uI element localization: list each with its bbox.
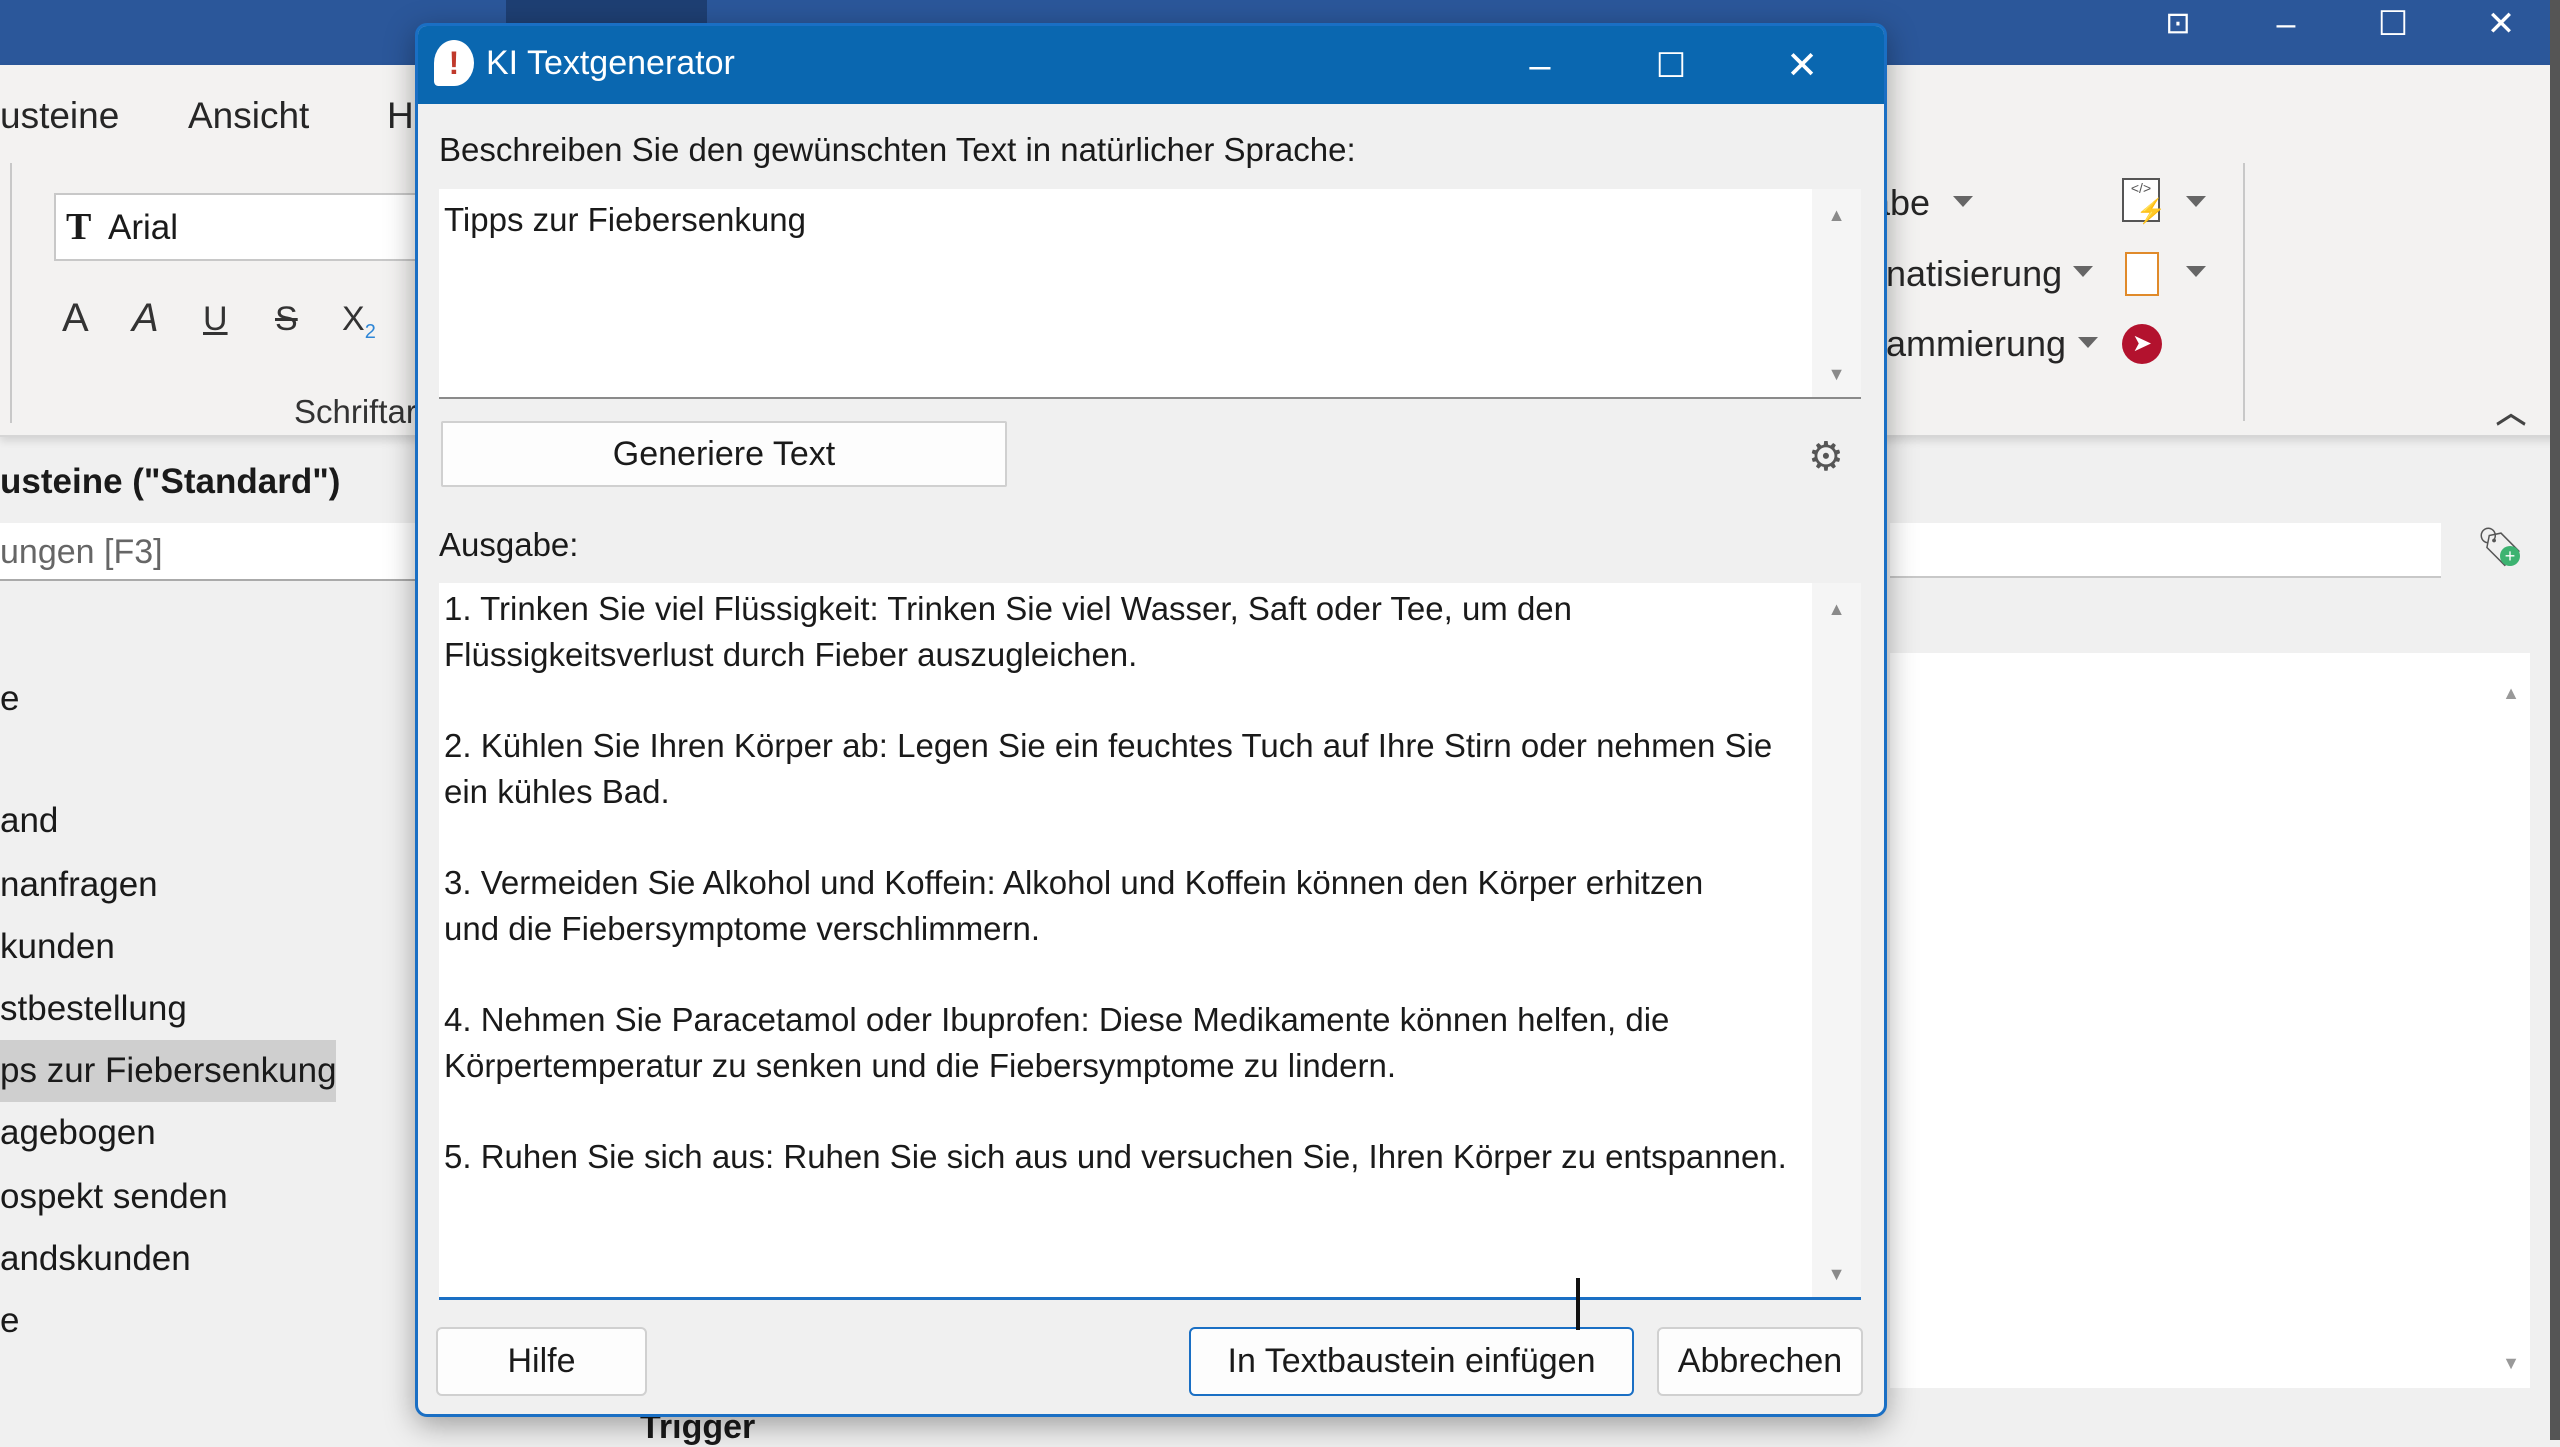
cancel-button[interactable]: Abbrechen — [1657, 1327, 1863, 1396]
pane-title: usteine ("Standard") — [0, 462, 341, 501]
output-text: 1. Trinken Sie viel Flüssigkeit: Trinken… — [444, 586, 1787, 1180]
font-value: Arial — [108, 208, 179, 247]
output-line: und die Fiebersymptome verschlimmern. — [444, 909, 1041, 947]
ki-textgenerator-dialog: ! KI Textgenerator – ☐ ✕ Beschreiben Sie… — [415, 23, 1887, 1417]
prompt-label: Beschreiben Sie den gewünschten Text in … — [439, 131, 1356, 168]
app-logo-icon: ! — [434, 40, 474, 86]
output-line: 2. Kühlen Sie Ihren Körper ab: Legen Sie… — [444, 727, 1773, 765]
prompt-scrollbar[interactable]: ▲ ▼ — [1812, 189, 1861, 397]
collapse-ribbon-icon[interactable]: ︿ — [2496, 388, 2526, 432]
list-item[interactable]: and — [0, 790, 58, 852]
list-item[interactable]: agebogen — [0, 1102, 156, 1164]
code-document-icon[interactable]: </> ⚡ — [2122, 178, 2166, 225]
help-button[interactable]: Hilfe — [436, 1327, 647, 1396]
tab-ansicht[interactable]: Ansicht — [188, 95, 309, 137]
text-cursor-icon — [1576, 1278, 1580, 1330]
textbaustein-pane: usteine ("Standard") ungen [F3] e and na… — [0, 440, 420, 1440]
list-item[interactable]: nanfragen — [0, 854, 158, 916]
dialog-titlebar: ! KI Textgenerator – ☐ ✕ — [418, 26, 1884, 104]
output-line: 5. Ruhen Sie sich aus: Ruhen Sie sich au… — [444, 1138, 1787, 1176]
ribbon-separator — [2243, 163, 2245, 421]
subscript-glyph: X — [342, 300, 365, 338]
bold-button[interactable]: A — [62, 296, 89, 341]
output-label: Ausgabe: — [439, 526, 579, 563]
font-icon: T — [66, 206, 92, 248]
list-item[interactable]: stbestellung — [0, 978, 187, 1040]
tab-textbausteine[interactable]: usteine — [0, 95, 119, 137]
scroll-up-icon[interactable]: ▲ — [2502, 683, 2520, 704]
cursor-icon[interactable]: ➤ — [2122, 324, 2162, 364]
clipboard-icon[interactable] — [2125, 252, 2159, 296]
list-item[interactable]: andskunden — [0, 1228, 191, 1290]
ribbon-display-icon[interactable]: ⊡ — [2148, 4, 2208, 44]
list-item-selected[interactable]: ps zur Fiebersenkung — [0, 1040, 337, 1102]
search-input[interactable]: ungen [F3] — [0, 523, 420, 581]
maximize-icon[interactable]: ☐ — [1636, 38, 1706, 94]
prompt-textarea[interactable]: Tipps zur Fiebersenkung ▲ ▼ — [439, 189, 1861, 399]
scroll-down-icon[interactable]: ▼ — [2502, 1353, 2520, 1374]
output-scrollbar[interactable]: ▲ ▼ — [1812, 583, 1861, 1297]
subscript-button[interactable]: X2 — [342, 300, 376, 344]
tag-input[interactable] — [1890, 523, 2441, 578]
list-item[interactable]: e — [0, 1290, 19, 1352]
ribbon-separator — [10, 163, 12, 423]
settings-gear-icon[interactable]: ⚙ — [1808, 434, 1844, 480]
output-line: Körpertemperatur zu senken und die Fiebe… — [444, 1046, 1396, 1084]
tab-h[interactable]: H — [387, 95, 414, 137]
font-group-label: Schriftar — [294, 393, 417, 430]
ribbon-item-formatisierung[interactable]: natisierung — [1886, 253, 2062, 295]
output-line: Flüssigkeitsverlust durch Fieber auszugl… — [444, 635, 1138, 673]
italic-button[interactable]: A — [132, 296, 159, 341]
list-item[interactable]: kunden — [0, 916, 115, 978]
add-tag-icon[interactable]: 🏷 + — [2476, 526, 2524, 570]
maximize-icon[interactable]: ☐ — [2363, 4, 2423, 44]
output-textarea[interactable]: 1. Trinken Sie viel Flüssigkeit: Trinken… — [439, 583, 1861, 1300]
output-line: ein kühles Bad. — [444, 772, 670, 810]
close-icon[interactable]: ✕ — [2471, 4, 2531, 44]
content-panel: ▲ ▼ — [1890, 653, 2530, 1388]
prompt-value: Tipps zur Fiebersenkung — [444, 201, 806, 238]
output-line: 3. Vermeiden Sie Alkohol und Koffein: Al… — [444, 864, 1704, 902]
chevron-down-icon[interactable] — [2078, 337, 2098, 348]
window-edge — [2550, 0, 2560, 1440]
chevron-down-icon[interactable] — [2073, 266, 2093, 277]
strikethrough-button[interactable]: S — [275, 300, 298, 339]
insert-button[interactable]: In Textbaustein einfügen — [1189, 1327, 1634, 1396]
generate-text-button[interactable]: Generiere Text — [441, 421, 1007, 487]
dialog-title: KI Textgenerator — [486, 44, 735, 82]
output-line: 1. Trinken Sie viel Flüssigkeit: Trinken… — [444, 590, 1573, 627]
titlebar-tab[interactable] — [506, 0, 707, 23]
output-line: 4. Nehmen Sie Paracetamol oder Ibuprofen… — [444, 1001, 1670, 1039]
underline-button[interactable]: U — [203, 300, 228, 339]
font-select[interactable]: T Arial — [54, 193, 434, 261]
list-item[interactable]: e — [0, 668, 19, 730]
subscript-digit: 2 — [364, 320, 376, 343]
chevron-down-icon[interactable] — [2186, 266, 2206, 277]
close-icon[interactable]: ✕ — [1767, 38, 1837, 94]
minimize-icon[interactable]: – — [2256, 4, 2316, 44]
list-item[interactable]: ospekt senden — [0, 1166, 228, 1228]
minimize-icon[interactable]: – — [1505, 38, 1575, 94]
chevron-down-icon[interactable] — [2186, 196, 2206, 207]
chevron-down-icon[interactable] — [1953, 196, 1973, 207]
ribbon-item-programmierung[interactable]: ammierung — [1886, 323, 2066, 365]
